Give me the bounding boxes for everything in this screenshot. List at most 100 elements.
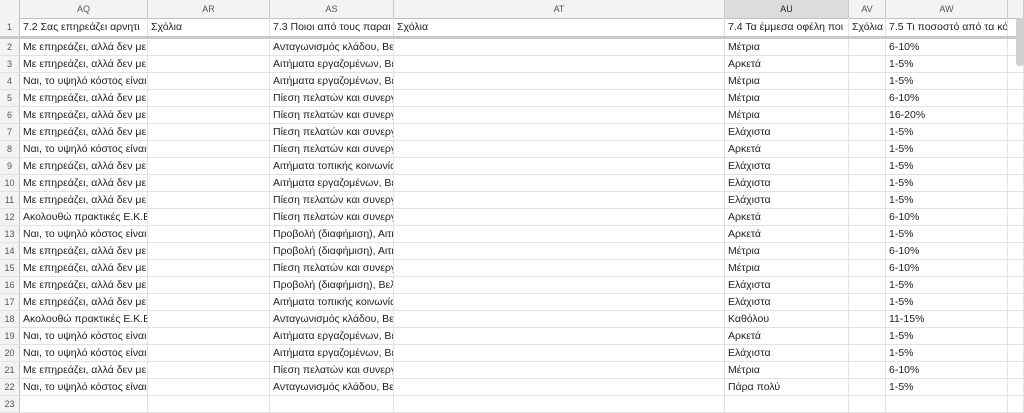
cell[interactable] — [849, 294, 886, 310]
cell[interactable] — [394, 362, 725, 378]
row-number[interactable]: 14 — [0, 243, 20, 259]
cell[interactable]: 1-5% — [886, 294, 1008, 310]
cell[interactable] — [394, 141, 725, 157]
cell[interactable] — [849, 141, 886, 157]
cell[interactable] — [886, 396, 1008, 412]
cell[interactable] — [394, 396, 725, 412]
cell[interactable]: Μέτρια — [725, 107, 849, 123]
cell[interactable]: Μέτρια — [725, 90, 849, 106]
row-number[interactable]: 5 — [0, 90, 20, 106]
row-number[interactable]: 20 — [0, 345, 20, 361]
cell[interactable]: 1-5% — [886, 141, 1008, 157]
cell[interactable] — [148, 277, 270, 293]
cell[interactable]: Αιτήματα τοπικής κοινωνίας, Βελτίωση σχέ… — [270, 294, 394, 310]
cell[interactable] — [394, 311, 725, 327]
cell[interactable]: Προβολή (διαφήμιση), Αιτήματα τοπικής κο… — [270, 243, 394, 259]
cell[interactable] — [1008, 73, 1024, 89]
vertical-scrollbar[interactable] — [1016, 18, 1024, 66]
cell[interactable] — [849, 226, 886, 242]
cell[interactable] — [394, 39, 725, 55]
column-header-as[interactable]: AS — [270, 0, 394, 18]
cell[interactable] — [1008, 141, 1024, 157]
row-number[interactable]: 12 — [0, 209, 20, 225]
cell[interactable] — [148, 209, 270, 225]
cell[interactable]: 7.5 Τι ποσοστό από τα κό — [886, 18, 1008, 36]
cell[interactable] — [394, 328, 725, 344]
cell[interactable] — [148, 243, 270, 259]
row-number[interactable]: 11 — [0, 192, 20, 208]
cell[interactable] — [148, 345, 270, 361]
cell[interactable] — [1008, 396, 1024, 412]
row-number[interactable]: 4 — [0, 73, 20, 89]
cell[interactable]: Ανταγωνισμός κλάδου, Βελτίωση σχέσεων με… — [270, 39, 394, 55]
cell[interactable] — [148, 73, 270, 89]
cell[interactable] — [394, 294, 725, 310]
cell[interactable] — [1008, 209, 1024, 225]
cell[interactable] — [394, 379, 725, 395]
cell[interactable]: Αιτήματα εργαζομένων, Βελτίωση σχέσεων μ… — [270, 175, 394, 191]
cell[interactable] — [20, 396, 148, 412]
cell[interactable]: Με επηρεάζει, αλλά δεν με αποτρέπει — [20, 90, 148, 106]
cell[interactable]: 1-5% — [886, 158, 1008, 174]
cell[interactable] — [394, 90, 725, 106]
spreadsheet[interactable]: AQ AR AS AT AU AV AW 1 7.2 Σας επηρεάζει αρνητι… — [0, 0, 1024, 413]
cell[interactable] — [148, 56, 270, 72]
cell[interactable] — [148, 124, 270, 140]
cell[interactable] — [148, 294, 270, 310]
cell[interactable] — [148, 362, 270, 378]
row-number[interactable]: 21 — [0, 362, 20, 378]
cell[interactable] — [394, 73, 725, 89]
cell[interactable] — [1008, 226, 1024, 242]
row-number[interactable]: 9 — [0, 158, 20, 174]
cell[interactable]: Αιτήματα εργαζομένων, Βελτίωση σχέσεων μ… — [270, 328, 394, 344]
cell[interactable]: Σχόλια — [394, 18, 725, 36]
cell[interactable] — [148, 175, 270, 191]
cell[interactable] — [394, 56, 725, 72]
cell[interactable] — [148, 141, 270, 157]
cell[interactable]: 6-10% — [886, 260, 1008, 276]
cell[interactable]: Σχόλια — [849, 18, 886, 36]
column-header-aq[interactable]: AQ — [20, 0, 148, 18]
cell[interactable]: Με επηρεάζει, αλλά δεν με αποτρέπει — [20, 294, 148, 310]
cell[interactable] — [1008, 90, 1024, 106]
cell[interactable]: 1-5% — [886, 175, 1008, 191]
cell[interactable] — [148, 260, 270, 276]
cell[interactable] — [1008, 107, 1024, 123]
cell[interactable] — [394, 209, 725, 225]
cell[interactable]: Ναι, το υψηλό κόστος είναι αποτρεπτικό — [20, 328, 148, 344]
cell[interactable]: Αρκετά — [725, 56, 849, 72]
row-number[interactable]: 13 — [0, 226, 20, 242]
cell[interactable]: 6-10% — [886, 243, 1008, 259]
cell[interactable]: 6-10% — [886, 90, 1008, 106]
cell[interactable] — [849, 277, 886, 293]
cell[interactable] — [1008, 192, 1024, 208]
cell[interactable]: Καθόλου — [725, 311, 849, 327]
cell[interactable]: Ναι, το υψηλό κόστος είναι αποτρεπτικό — [20, 141, 148, 157]
cell[interactable] — [849, 379, 886, 395]
cell[interactable] — [849, 39, 886, 55]
cell[interactable]: Ελάχιστα — [725, 277, 849, 293]
cell[interactable]: 1-5% — [886, 277, 1008, 293]
cell[interactable]: Μέτρια — [725, 39, 849, 55]
cell[interactable]: Με επηρεάζει, αλλά δεν με αποτρέπει — [20, 39, 148, 55]
cell[interactable]: Πίεση πελατών και συνεργατών, Ανταγωνισμ… — [270, 260, 394, 276]
cell[interactable]: 1-5% — [886, 345, 1008, 361]
cell[interactable]: 1-5% — [886, 192, 1008, 208]
cell[interactable] — [1008, 158, 1024, 174]
cell[interactable] — [849, 90, 886, 106]
cell[interactable]: Με επηρεάζει, αλλά δεν με αποτρέπει — [20, 107, 148, 123]
cell[interactable] — [394, 175, 725, 191]
cell[interactable]: Προβολή (διαφήμιση), Βελτίωση σχέσεων με… — [270, 277, 394, 293]
cell[interactable]: 7.3 Ποιοι από τους παραι — [270, 18, 394, 36]
cell[interactable] — [849, 362, 886, 378]
cell[interactable]: Αιτήματα εργαζομένων, Βελτίωση σχέσεων μ… — [270, 73, 394, 89]
cell[interactable]: Με επηρεάζει, αλλά δεν με αποτρέπει — [20, 56, 148, 72]
select-all-corner[interactable] — [0, 0, 20, 18]
column-header-aw[interactable]: AW — [886, 0, 1008, 18]
cell[interactable]: Αρκετά — [725, 209, 849, 225]
cell[interactable] — [849, 192, 886, 208]
row-number[interactable]: 2 — [0, 39, 20, 55]
cell[interactable] — [394, 192, 725, 208]
cell[interactable] — [148, 328, 270, 344]
cell[interactable] — [1008, 124, 1024, 140]
